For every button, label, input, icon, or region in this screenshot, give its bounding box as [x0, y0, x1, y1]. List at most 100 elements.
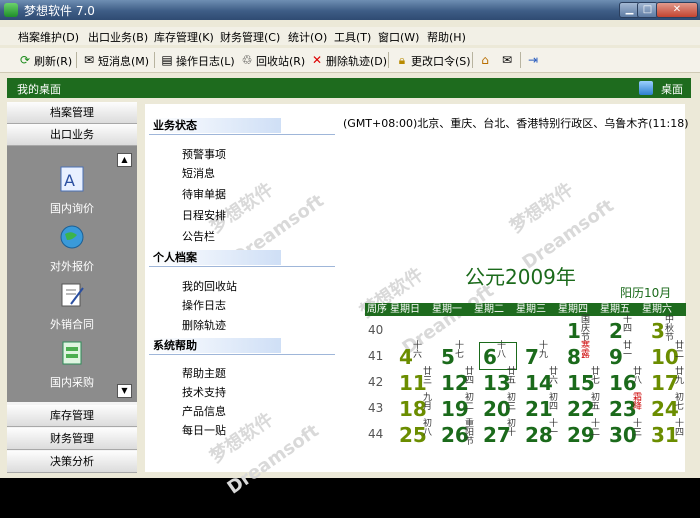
sidebar-section-analysis[interactable]: 决策分析 — [7, 451, 137, 473]
lunar-label: 重阳节 — [465, 419, 475, 447]
lunar-label: 廿九 — [675, 367, 685, 386]
desktop-content: 梦想软件 Dreamsoft 梦想软件 Dreamsoft 梦想软件 Dream… — [145, 104, 689, 499]
calendar-day[interactable]: 31 十四 — [651, 420, 695, 447]
menu-export[interactable]: 出口业务(B) — [88, 29, 148, 45]
calendar-day[interactable]: 20 初三 — [483, 394, 527, 421]
lunar-label: 初二 — [465, 393, 475, 412]
lunar-label: 初七 — [675, 393, 685, 412]
calendar-day[interactable]: 27 初十 — [483, 419, 527, 447]
menu-finance[interactable]: 财务管理(C) — [220, 29, 280, 45]
link-product-info[interactable]: 产品信息 — [182, 403, 226, 419]
calendar-day[interactable]: 28 十一 — [525, 420, 569, 447]
link-my-recycle[interactable]: 我的回收站 — [182, 278, 237, 294]
link-alerts[interactable]: 预警事项 — [182, 146, 226, 162]
calendar-day[interactable]: 19 初二 — [441, 393, 485, 421]
link-tip-of-day[interactable]: 每日一贴 — [182, 422, 226, 438]
toolbar-separator — [388, 52, 389, 68]
delete-icon: ✕ — [311, 53, 323, 67]
calendar-header-tue: 星期二 — [474, 304, 504, 315]
today-highlight — [479, 342, 517, 370]
exit-button[interactable]: ⇥ — [526, 51, 542, 69]
exit-icon: ⇥ — [527, 53, 539, 67]
sidebar-item-export-contract[interactable]: 外销合同 — [27, 280, 117, 340]
calendar-day[interactable]: 30 十三 — [609, 419, 653, 447]
menu-bar: 档案维护(D) 出口业务(B) 库存管理(K) 财务管理(C) 统计(O) 工具… — [0, 27, 700, 45]
calendar-header: 周序 星期日 星期一 星期二 星期三 星期四 星期五 星期六 — [365, 303, 686, 316]
calendar-day[interactable]: 24 初七 — [651, 393, 695, 421]
lunar-label: 寒露 — [581, 341, 591, 360]
calendar-day[interactable]: 14 廿六 — [525, 368, 569, 395]
sidebar: 档案管理 出口业务 ▲ A 国内询价 对外报价 外销合同 国内采购 ▼ 库存管理… — [7, 102, 137, 473]
calendar-day[interactable]: 1 国庆节 — [567, 316, 611, 343]
calendar-day[interactable]: 21 初四 — [525, 394, 569, 421]
toolbar-separator — [76, 52, 77, 68]
link-help-topics[interactable]: 帮助主题 — [182, 365, 226, 381]
calendar-day[interactable]: 25 初八 — [399, 420, 443, 447]
scroll-down-button[interactable]: ▼ — [117, 384, 132, 398]
calendar-day[interactable]: 26 重阳节 — [441, 419, 485, 447]
desktop-link[interactable]: 桌面 — [661, 81, 683, 97]
link-sms[interactable]: 短消息 — [182, 165, 215, 181]
calendar-day[interactable]: 11 廿三 — [399, 368, 443, 395]
week-number: 40 — [368, 323, 384, 337]
sidebar-section-inventory[interactable]: 库存管理 — [7, 405, 137, 427]
calendar-day[interactable]: 12 廿四 — [441, 368, 485, 395]
home-button[interactable]: ⌂ — [478, 51, 494, 69]
week-number: 44 — [368, 427, 384, 441]
calendar-day[interactable]: 23 霜降 — [609, 394, 653, 421]
calendar-day[interactable]: 22 初五 — [567, 394, 611, 421]
lunar-label: 初十 — [507, 419, 517, 438]
timezone-label: (GMT+08:00)北京、重庆、台北、香港特别行政区、乌鲁木齐(11:18) — [343, 117, 689, 130]
calendar-day[interactable]: 15 廿七 — [567, 367, 611, 395]
calendar-day[interactable]: 9 廿一 — [609, 342, 653, 369]
sidebar-section-archive[interactable]: 档案管理 — [7, 102, 137, 124]
calendar-day[interactable]: 18 九月 — [399, 394, 443, 421]
mail-button[interactable]: ✉ — [500, 51, 516, 69]
scroll-up-button[interactable]: ▲ — [117, 153, 132, 167]
lunar-label: 十三 — [633, 419, 643, 438]
link-bulletin[interactable]: 公告栏 — [182, 228, 215, 244]
link-delete-trace[interactable]: 删除轨迹 — [182, 317, 226, 333]
calendar-day[interactable]: 29 十二 — [567, 420, 611, 447]
sidebar-item-domestic-inquiry[interactable]: A 国内询价 — [27, 164, 117, 224]
link-tech-support[interactable]: 技术支持 — [182, 384, 226, 400]
calendar-day[interactable]: 10 廿二 — [651, 341, 695, 369]
menu-statistics[interactable]: 统计(O) — [288, 29, 327, 45]
lunar-label: 十六 — [413, 341, 423, 360]
sidebar-section-finance[interactable]: 财务管理 — [7, 428, 137, 450]
calendar-day[interactable]: 13 廿五 — [483, 367, 527, 395]
calendar-day[interactable]: 17 廿九 — [651, 367, 695, 395]
lunar-label: 中秋节 — [665, 315, 675, 343]
calendar-day[interactable]: 16 廿八 — [609, 368, 653, 395]
calendar-day[interactable]: 2 十四 — [609, 316, 653, 343]
sidebar-section-export[interactable]: 出口业务 — [7, 124, 137, 146]
sidebar-item-external-quote[interactable]: 对外报价 — [27, 222, 117, 282]
lock-icon: 🔒︎ — [398, 53, 406, 67]
calendar-month: 阳历10月 — [620, 286, 672, 300]
menu-inventory[interactable]: 库存管理(K) — [154, 29, 214, 45]
link-pending-docs[interactable]: 待审单据 — [182, 186, 226, 202]
sidebar-item-domestic-purchase[interactable]: 国内采购 — [27, 338, 117, 398]
lunar-label: 廿二 — [675, 341, 685, 360]
calendar-header-wed: 星期三 — [516, 304, 546, 315]
section-help: 系统帮助 — [149, 338, 281, 353]
lunar-label: 十七 — [455, 341, 465, 360]
lunar-label: 廿五 — [507, 367, 517, 386]
calendar-day[interactable]: 3 中秋节 — [651, 315, 695, 343]
menu-help[interactable]: 帮助(H) — [427, 29, 466, 45]
calendar-day[interactable]: 7 十九 — [525, 342, 569, 369]
close-button[interactable]: ✕ — [656, 2, 698, 18]
section-business-status: 业务状态 — [149, 118, 281, 133]
refresh-icon: ⟳ — [19, 53, 31, 67]
link-schedule[interactable]: 日程安排 — [182, 207, 226, 223]
menu-archive[interactable]: 档案维护(D) — [18, 29, 79, 45]
day-number: 5 — [441, 345, 455, 369]
menu-tools[interactable]: 工具(T) — [334, 29, 371, 45]
menu-window[interactable]: 窗口(W) — [378, 29, 419, 45]
link-oplog[interactable]: 操作日志 — [182, 297, 226, 313]
calendar-header-week: 周序 — [367, 304, 387, 315]
lunar-label: 廿七 — [591, 367, 601, 386]
maximize-button[interactable]: □ — [637, 2, 658, 18]
calendar-day[interactable]: 8 寒露 — [567, 341, 611, 369]
calendar-day[interactable]: 4 十六 — [399, 341, 443, 369]
